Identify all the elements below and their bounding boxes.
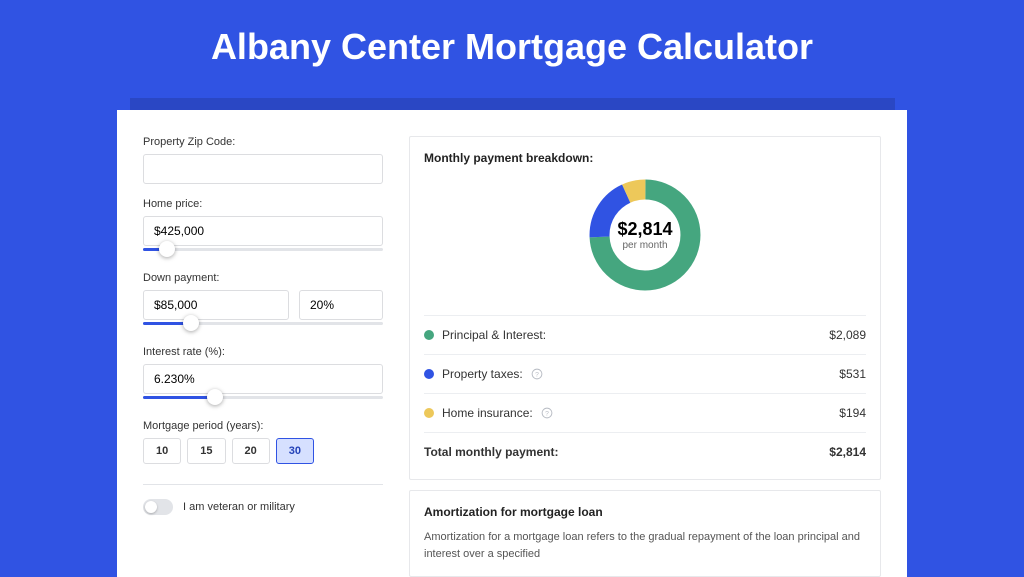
donut-amount: $2,814 (617, 219, 672, 240)
slider-thumb[interactable] (183, 315, 199, 331)
right-panel: Monthly payment breakdown: $2,814 per mo… (409, 136, 881, 577)
breakdown-section: Monthly payment breakdown: $2,814 per mo… (409, 136, 881, 480)
legend-dot (424, 408, 434, 418)
interest-input[interactable] (143, 364, 383, 394)
form-panel: Property Zip Code: Home price: Down paym… (143, 136, 383, 577)
breakdown-row: Principal & Interest: $2,089 (424, 322, 866, 348)
divider (424, 315, 866, 316)
zip-group: Property Zip Code: (143, 136, 383, 184)
interest-group: Interest rate (%): (143, 346, 383, 406)
down-payment-amount-input[interactable] (143, 290, 289, 320)
down-payment-percent-input[interactable] (299, 290, 383, 320)
home-price-input[interactable] (143, 216, 383, 246)
breakdown-item-label: Property taxes: (442, 367, 523, 381)
help-icon[interactable]: ? (541, 407, 553, 419)
divider (424, 393, 866, 394)
divider (143, 484, 383, 485)
home-price-slider[interactable] (143, 244, 383, 258)
breakdown-item-value: $2,089 (829, 328, 866, 342)
amortization-title: Amortization for mortgage loan (424, 505, 866, 519)
period-pill-30[interactable]: 30 (276, 438, 314, 464)
svg-text:?: ? (545, 410, 549, 417)
total-label: Total monthly payment: (424, 445, 558, 459)
legend-dot (424, 330, 434, 340)
veteran-row: I am veteran or military (143, 499, 383, 515)
svg-text:?: ? (535, 371, 539, 378)
period-pills: 1015 2030 (143, 438, 383, 464)
total-row: Total monthly payment: $2,814 (424, 439, 866, 465)
slider-thumb[interactable] (159, 241, 175, 257)
help-icon[interactable]: ? (531, 368, 543, 380)
breakdown-item-value: $531 (839, 367, 866, 381)
interest-label: Interest rate (%): (143, 346, 383, 358)
down-payment-group: Down payment: (143, 272, 383, 332)
period-label: Mortgage period (years): (143, 420, 383, 432)
home-price-group: Home price: (143, 198, 383, 258)
veteran-toggle[interactable] (143, 499, 173, 515)
breakdown-row: Home insurance:? $194 (424, 400, 866, 426)
home-price-label: Home price: (143, 198, 383, 210)
veteran-label: I am veteran or military (183, 501, 295, 513)
interest-slider[interactable] (143, 392, 383, 406)
page-title: Albany Center Mortgage Calculator (0, 0, 1024, 98)
divider (424, 354, 866, 355)
period-pill-15[interactable]: 15 (187, 438, 225, 464)
breakdown-item-label: Home insurance: (442, 406, 533, 420)
down-payment-slider[interactable] (143, 318, 383, 332)
breakdown-item-value: $194 (839, 406, 866, 420)
period-group: Mortgage period (years): 1015 2030 (143, 420, 383, 464)
breakdown-title: Monthly payment breakdown: (424, 151, 866, 165)
amortization-paragraph: Amortization for a mortgage loan refers … (424, 529, 866, 562)
period-pill-20[interactable]: 20 (232, 438, 270, 464)
breakdown-row: Property taxes:? $531 (424, 361, 866, 387)
slider-thumb[interactable] (207, 389, 223, 405)
donut-unit: per month (622, 240, 667, 251)
calculator-card: Property Zip Code: Home price: Down paym… (117, 110, 907, 577)
donut-chart: $2,814 per month (424, 165, 866, 309)
legend-dot (424, 369, 434, 379)
zip-label: Property Zip Code: (143, 136, 383, 148)
amortization-section: Amortization for mortgage loan Amortizat… (409, 490, 881, 577)
down-payment-label: Down payment: (143, 272, 383, 284)
divider (424, 432, 866, 433)
total-value: $2,814 (829, 445, 866, 459)
period-pill-10[interactable]: 10 (143, 438, 181, 464)
zip-input[interactable] (143, 154, 383, 184)
breakdown-item-label: Principal & Interest: (442, 328, 546, 342)
